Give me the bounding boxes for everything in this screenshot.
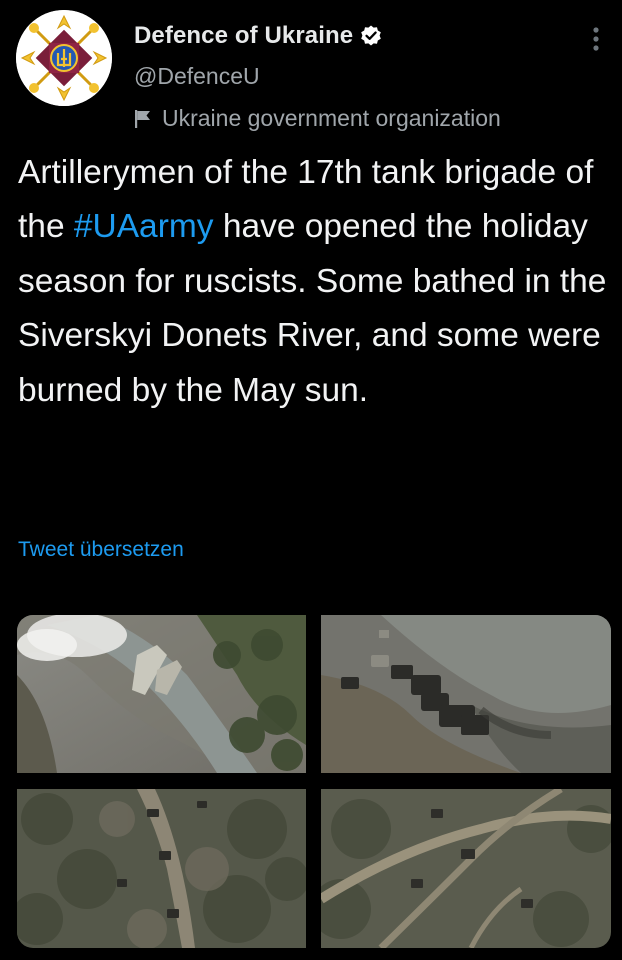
- media-photo-forest-road[interactable]: [17, 789, 306, 948]
- author-display-name[interactable]: Defence of Ukraine: [134, 22, 353, 50]
- aerial-photo-image: [17, 789, 306, 948]
- aerial-photo-image: [321, 789, 611, 948]
- aerial-photo-image: [17, 615, 306, 773]
- author-avatar[interactable]: [16, 10, 112, 106]
- media-photo-river-bridge[interactable]: [17, 615, 306, 773]
- tweet-text: Artillerymen of the 17th tank brigade of…: [18, 146, 610, 418]
- media-grid: [17, 615, 611, 948]
- verified-badge-icon: [361, 25, 382, 46]
- author-handle[interactable]: @DefenceU: [134, 63, 260, 90]
- aerial-photo-image: [321, 615, 611, 773]
- affiliation-row: Ukraine government organization: [134, 105, 501, 132]
- more-options-icon[interactable]: [586, 24, 606, 54]
- media-photo-destroyed-vehicles[interactable]: [321, 615, 611, 773]
- media-photo-field-tracks[interactable]: [321, 789, 611, 948]
- affiliation-label[interactable]: Ukraine government organization: [162, 105, 501, 132]
- author-name-row: Defence of Ukraine: [134, 22, 383, 50]
- hashtag-link[interactable]: #UAarmy: [74, 208, 214, 245]
- translate-tweet-link[interactable]: Tweet übersetzen: [18, 538, 184, 562]
- flag-icon: [135, 109, 150, 128]
- defence-emblem-icon: [16, 10, 112, 106]
